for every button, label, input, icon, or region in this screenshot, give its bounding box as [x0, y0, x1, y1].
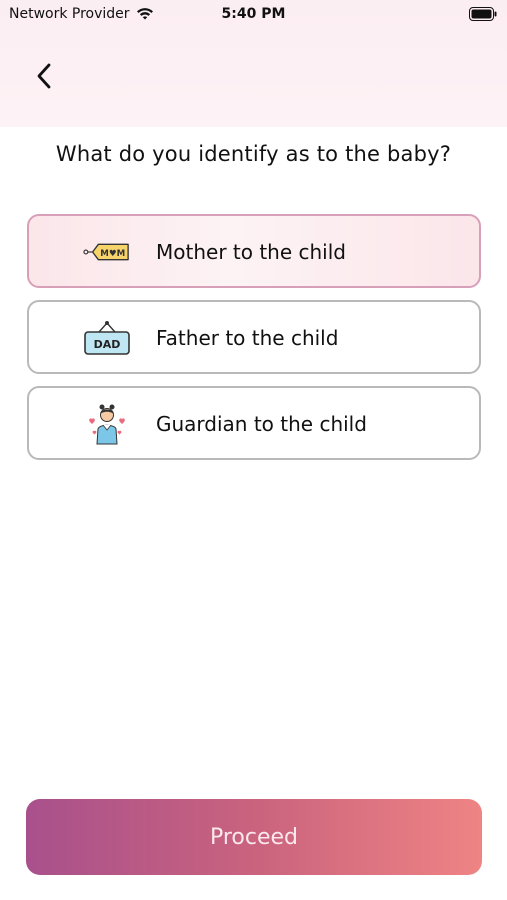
option-father[interactable]: DAD Father to the child: [27, 300, 481, 374]
back-button[interactable]: [26, 58, 62, 94]
option-label: Mother to the child: [156, 240, 346, 264]
mom-tag-text: M♥M: [100, 249, 125, 259]
option-label: Father to the child: [156, 326, 339, 350]
chevron-left-icon: [37, 63, 51, 89]
status-bar: Network Provider 5:40 PM: [0, 0, 507, 28]
mom-tag-icon: M♥M: [83, 233, 131, 271]
question-title: What do you identify as to the baby?: [55, 142, 452, 166]
option-label: Guardian to the child: [156, 412, 367, 436]
battery-icon: [469, 7, 497, 25]
status-time: 5:40 PM: [221, 6, 286, 22]
proceed-button[interactable]: Proceed: [26, 799, 482, 875]
guardian-icon: [83, 404, 131, 445]
dad-sign-icon: DAD: [83, 319, 131, 357]
dad-sign-text: DAD: [94, 338, 121, 351]
option-mother[interactable]: M♥M Mother to the child: [27, 214, 481, 288]
option-guardian[interactable]: Guardian to the child: [27, 386, 481, 460]
